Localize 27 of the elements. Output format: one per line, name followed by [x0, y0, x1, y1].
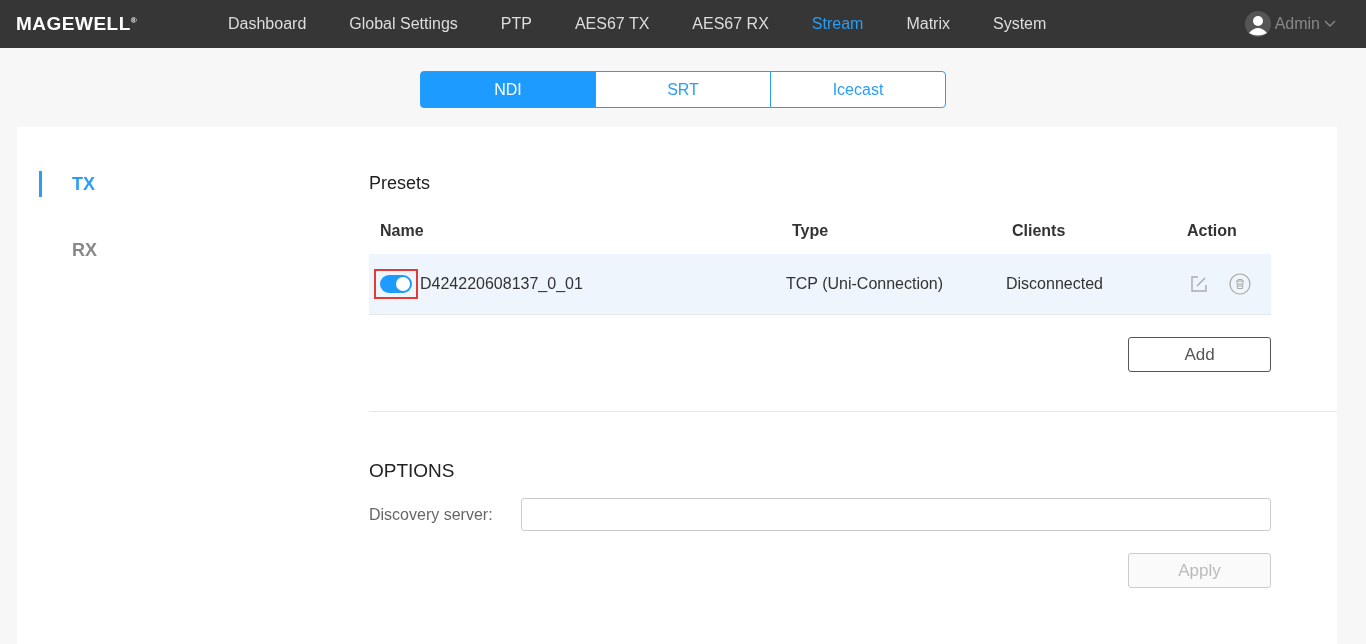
- nav-link[interactable]: PTP: [500, 15, 532, 33]
- caret-icon[interactable]: [1324, 20, 1336, 28]
- column-header: Name: [380, 222, 425, 240]
- add-button[interactable]: Add: [1128, 337, 1271, 372]
- nav-link[interactable]: Global Settings: [349, 15, 458, 33]
- toggle-switch[interactable]: [380, 275, 412, 293]
- delete-icon[interactable]: [1229, 273, 1251, 295]
- nav-link[interactable]: AES67 RX: [692, 15, 769, 33]
- nav-link[interactable]: Matrix: [906, 15, 950, 33]
- user-avatar-icon[interactable]: [1244, 11, 1271, 37]
- table-cell: D424220608137_0_01: [420, 275, 583, 293]
- nav-link[interactable]: Stream: [811, 15, 864, 33]
- nav-link[interactable]: AES67 TX: [574, 15, 650, 33]
- column-header: Type: [792, 222, 830, 240]
- table-cell-text: Disconnected: [1006, 275, 1104, 293]
- column-header: Action: [1187, 222, 1238, 240]
- field-label: Discovery server:: [369, 505, 494, 524]
- table-cell-text: TCP (Uni-Connection): [786, 275, 945, 293]
- column-header: Clients: [1012, 222, 1067, 240]
- section-title: OPTIONS: [369, 460, 456, 482]
- sidebar-item[interactable]: RX: [39, 237, 369, 263]
- edit-icon[interactable]: [1189, 274, 1209, 294]
- brand-logo: MAGEWELL$^{®}$: [16, 13, 139, 35]
- nav-link[interactable]: System: [992, 15, 1047, 33]
- section-title: Presets: [369, 173, 432, 194]
- nav-link[interactable]: Dashboard: [228, 15, 307, 33]
- discovery-server-field[interactable]: [521, 498, 1271, 531]
